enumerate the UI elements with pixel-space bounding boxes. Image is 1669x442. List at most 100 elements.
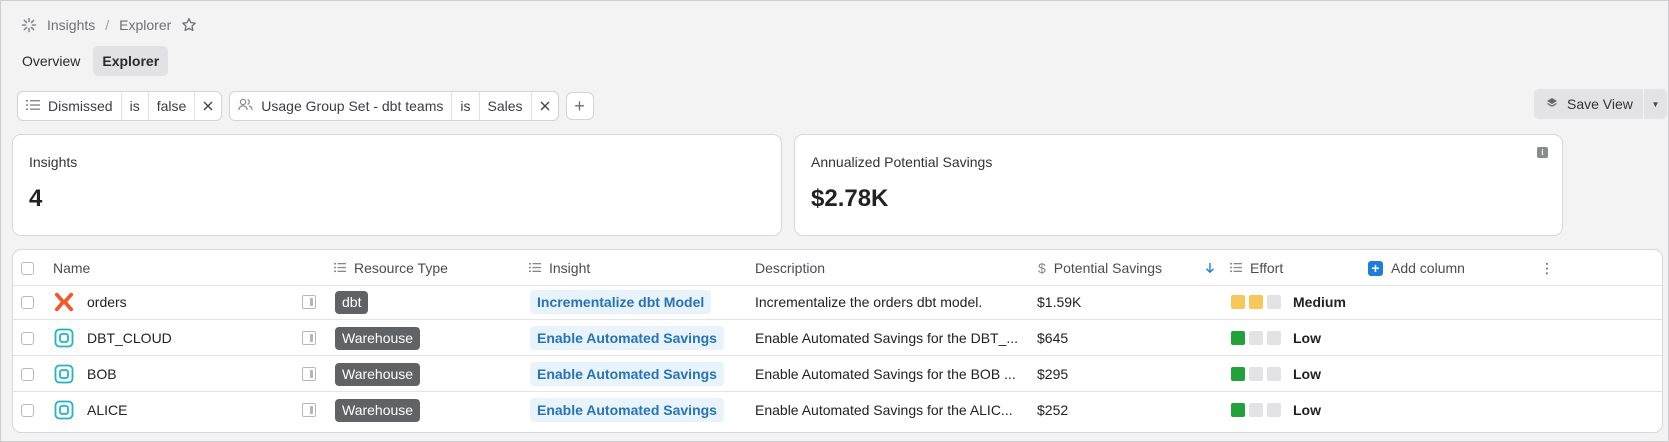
effort-bar — [1249, 295, 1263, 309]
more-options-icon[interactable]: ⋮ — [1540, 250, 1554, 286]
row-name[interactable]: orders — [87, 284, 127, 320]
table-row[interactable]: orders dbt Incrementalize dbt Model Increme… — [13, 284, 1662, 320]
tab-explorer[interactable]: Explorer — [93, 46, 169, 76]
insight-tag[interactable]: Incrementalize dbt Model — [530, 290, 712, 314]
row-name[interactable]: ALICE — [87, 392, 127, 428]
card-label: Insights — [29, 154, 78, 170]
effort-label: Low — [1293, 330, 1321, 346]
add-filter-button[interactable]: + — [565, 92, 594, 120]
warehouse-icon — [54, 356, 74, 392]
header-label: Potential Savings — [1053, 260, 1162, 276]
table-row[interactable]: BOB Warehouse Enable Automated Savings Enab… — [13, 356, 1662, 392]
resource-type-badge: Warehouse — [335, 398, 421, 422]
sort-descending-icon[interactable] — [1205, 250, 1215, 286]
effort-bar — [1267, 295, 1281, 309]
filter-chip-usage-group[interactable]: Usage Group Set - dbt teams is Sales — [229, 91, 559, 121]
row-checkbox[interactable] — [21, 403, 34, 417]
header-label: Name — [53, 260, 91, 276]
filter-operator[interactable]: is — [452, 92, 480, 120]
save-view-button[interactable]: Save View — [1534, 89, 1643, 119]
panel-icon — [302, 367, 316, 381]
card-value: 4 — [29, 185, 43, 212]
column-header-description[interactable]: Description — [755, 250, 825, 286]
column-header-resource-type[interactable]: Resource Type — [334, 250, 448, 286]
list-icon — [26, 98, 40, 114]
insight-tag[interactable]: Enable Automated Savings — [530, 326, 724, 350]
caret-down-icon: ▼ — [1651, 99, 1660, 109]
select-all-checkbox[interactable] — [21, 261, 34, 275]
resource-type-badge: Warehouse — [335, 362, 421, 386]
info-icon[interactable]: i — [1537, 147, 1548, 158]
row-name[interactable]: DBT_CLOUD — [87, 320, 172, 356]
effort-label: Low — [1293, 366, 1321, 382]
remove-filter-button[interactable] — [532, 92, 558, 120]
row-checkbox[interactable] — [21, 331, 34, 345]
open-detail-button[interactable] — [302, 284, 316, 320]
add-column-button[interactable]: + Add column — [1368, 250, 1465, 286]
save-view-control: Save View ▼ — [1534, 89, 1667, 119]
resource-type-badge: dbt — [335, 290, 369, 314]
column-header-name[interactable]: Name — [53, 250, 90, 286]
list-icon — [334, 260, 346, 276]
filter-chip-dismissed[interactable]: Dismissed is false — [17, 91, 223, 121]
open-detail-button[interactable] — [302, 320, 316, 356]
row-description: Enable Automated Savings for the DBT_... — [755, 330, 1019, 346]
effort-indicator: Low — [1231, 392, 1321, 428]
list-icon — [1230, 260, 1242, 276]
row-potential-savings: $252 — [1037, 402, 1069, 418]
resource-type-badge: Warehouse — [335, 326, 421, 350]
row-name[interactable]: BOB — [87, 356, 117, 392]
tab-overview[interactable]: Overview — [13, 46, 89, 76]
insights-count-card: Insights 4 — [12, 134, 782, 236]
filter-field[interactable]: Usage Group Set - dbt teams — [230, 92, 453, 120]
effort-bar — [1231, 403, 1245, 417]
users-icon — [238, 98, 253, 114]
potential-savings-card: Annualized Potential Savings $2.78K i — [794, 134, 1563, 236]
remove-filter-button[interactable] — [195, 92, 221, 120]
effort-bar — [1249, 331, 1263, 345]
effort-label: Medium — [1293, 294, 1346, 310]
filter-field[interactable]: Dismissed — [18, 92, 122, 120]
filter-value[interactable]: Sales — [480, 92, 532, 120]
effort-bar — [1267, 403, 1281, 417]
insight-tag[interactable]: Enable Automated Savings — [530, 362, 724, 386]
header-label: Effort — [1250, 260, 1284, 276]
row-description: Enable Automated Savings for the ALIC... — [755, 402, 1013, 418]
open-detail-button[interactable] — [302, 356, 316, 392]
explorer-page: Insights / Explorer Overview Explorer Di… — [0, 0, 1669, 442]
row-checkbox[interactable] — [21, 295, 34, 309]
column-header-effort[interactable]: Effort — [1230, 250, 1283, 286]
insights-table: Name Resource Type Insight Description $… — [12, 249, 1663, 433]
card-label: Annualized Potential Savings — [811, 154, 993, 170]
insight-tag[interactable]: Enable Automated Savings — [530, 398, 724, 422]
table-header-row: Name Resource Type Insight Description $… — [13, 250, 1662, 286]
effort-bar — [1231, 367, 1245, 381]
filter-bar: Dismissed is false Usage Group Set - dbt… — [17, 91, 594, 121]
dollar-icon: $ — [1038, 260, 1046, 276]
save-view-dropdown-button[interactable]: ▼ — [1642, 89, 1667, 119]
add-column-label: Add column — [1391, 260, 1465, 276]
star-icon[interactable] — [181, 17, 197, 33]
header-label: Description — [755, 260, 826, 276]
filter-operator[interactable]: is — [122, 92, 149, 120]
card-value: $2.78K — [811, 185, 889, 212]
filter-value[interactable]: false — [149, 92, 196, 120]
breadcrumb-root-link[interactable]: Insights — [47, 17, 95, 33]
row-potential-savings: $295 — [1037, 366, 1069, 382]
table-row[interactable]: DBT_CLOUD Warehouse Enable Automated Savin… — [13, 320, 1662, 356]
close-icon — [203, 98, 213, 114]
open-detail-button[interactable] — [302, 392, 316, 428]
row-checkbox[interactable] — [21, 367, 34, 381]
dbt-icon — [54, 284, 74, 320]
row-potential-savings: $645 — [1037, 330, 1069, 346]
row-description: Enable Automated Savings for the BOB ... — [755, 366, 1016, 382]
column-header-potential-savings[interactable]: $ Potential Savings — [1038, 250, 1162, 286]
view-tabs: Overview Explorer — [13, 46, 169, 76]
effort-bar — [1231, 295, 1245, 309]
effort-indicator: Medium — [1231, 284, 1346, 320]
warehouse-icon — [54, 392, 74, 428]
table-row[interactable]: ALICE Warehouse Enable Automated Savings En… — [13, 392, 1662, 428]
effort-bar — [1231, 331, 1245, 345]
column-header-insight[interactable]: Insight — [529, 250, 590, 286]
effort-bar — [1249, 403, 1263, 417]
